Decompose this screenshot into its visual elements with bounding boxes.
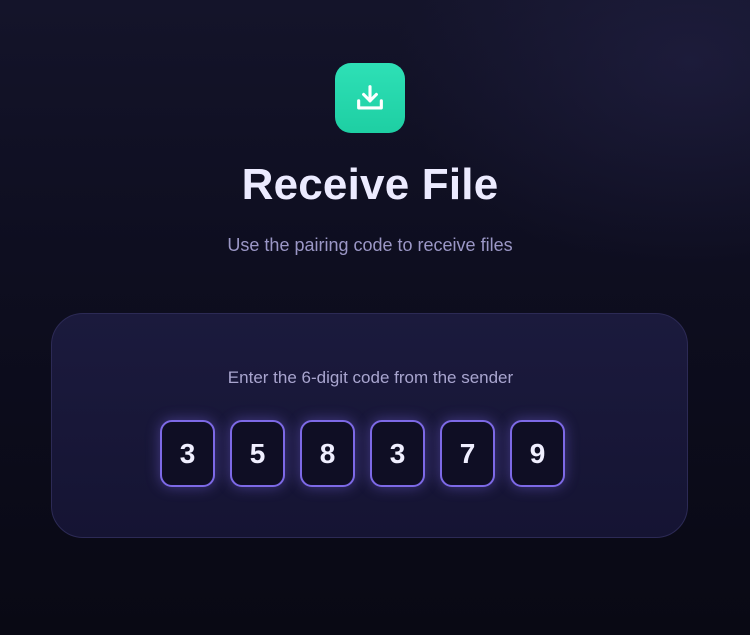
code-digit-4[interactable]: 3 (370, 420, 425, 487)
page-subtitle: Use the pairing code to receive files (227, 235, 513, 255)
code-digit-3[interactable]: 8 (300, 420, 355, 487)
code-digit-1[interactable]: 3 (160, 420, 215, 487)
code-input-group: 3 5 8 3 7 9 (160, 420, 565, 487)
pairing-code-card: Enter the 6-digit code from the sender 3… (51, 313, 688, 538)
code-digit-6[interactable]: 9 (510, 420, 565, 487)
code-digit-5[interactable]: 7 (440, 420, 495, 487)
page-title: Receive File (241, 160, 499, 209)
code-prompt: Enter the 6-digit code from the sender (227, 368, 514, 387)
download-icon (335, 63, 405, 133)
code-digit-2[interactable]: 5 (230, 420, 285, 487)
